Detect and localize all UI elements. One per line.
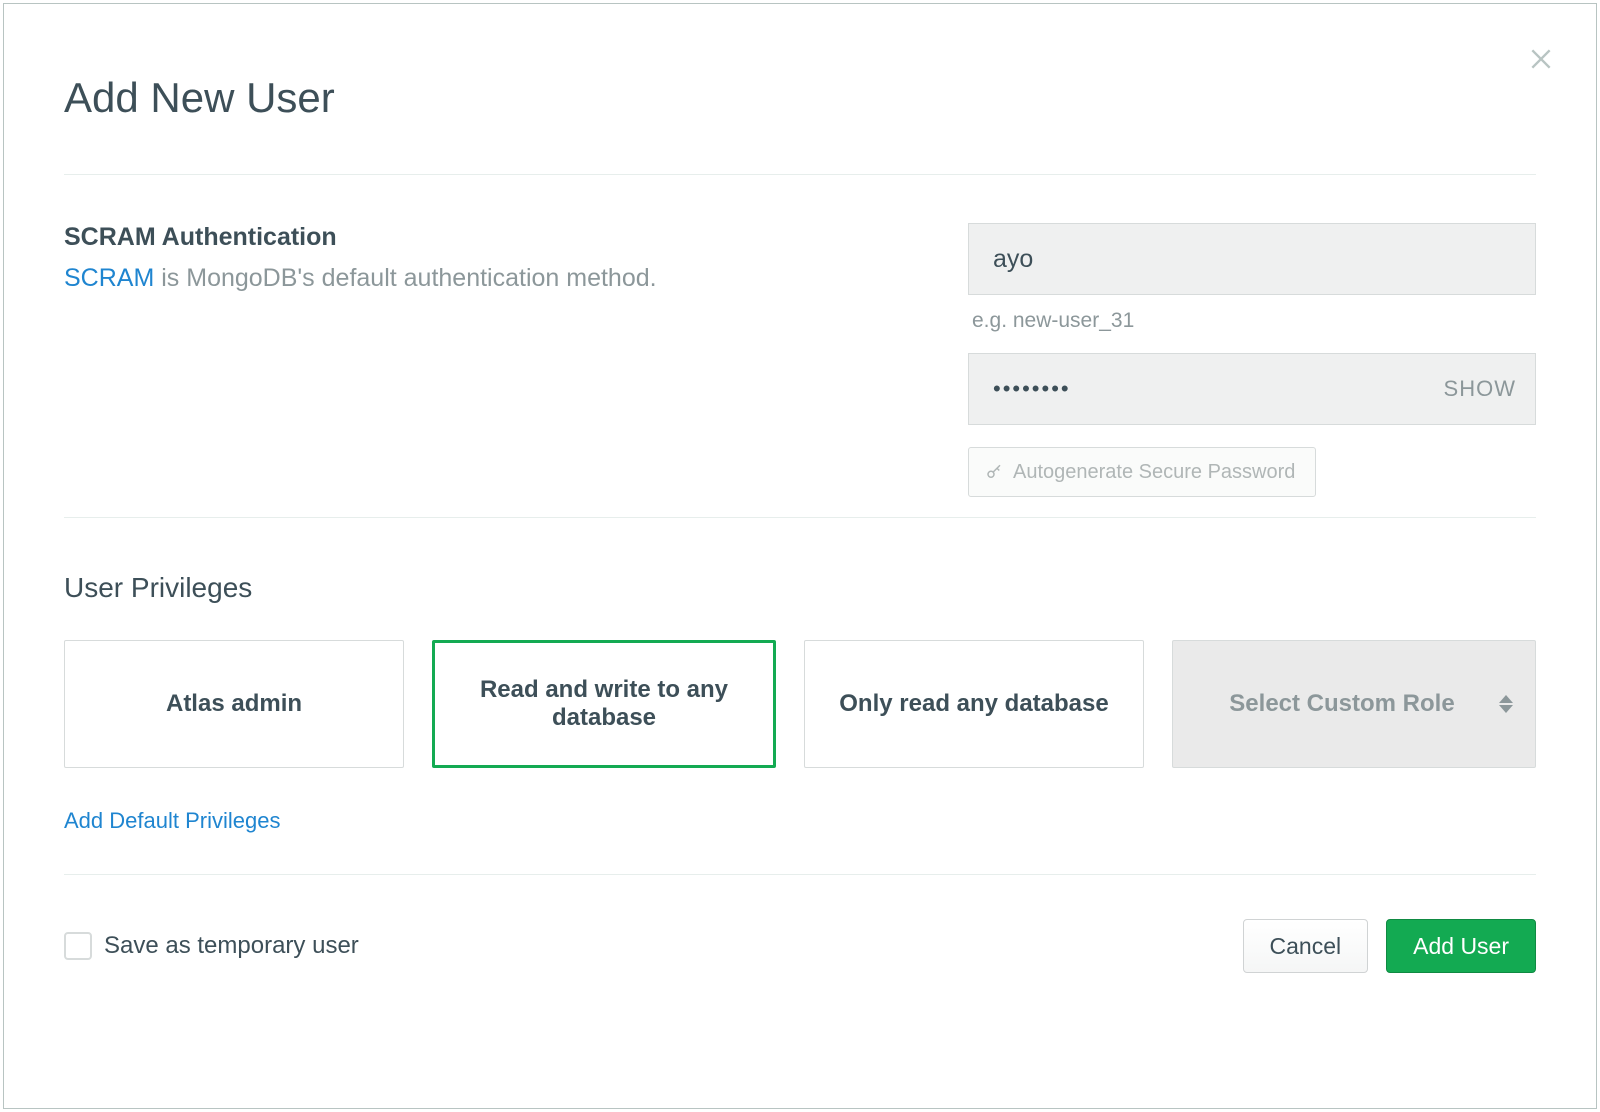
privilege-atlas-admin[interactable]: Atlas admin: [64, 640, 404, 768]
privilege-options: Atlas admin Read and write to any databa…: [64, 640, 1536, 768]
temporary-user-label: Save as temporary user: [104, 932, 359, 960]
auth-section: SCRAM Authentication SCRAM is MongoDB's …: [64, 175, 1536, 517]
close-icon: [1528, 46, 1554, 72]
username-input[interactable]: [968, 223, 1536, 295]
scram-link[interactable]: SCRAM: [64, 264, 154, 292]
autogen-label: Autogenerate Secure Password: [1013, 461, 1295, 484]
privileges-section: User Privileges Atlas admin Read and wri…: [64, 518, 1536, 874]
key-icon: [985, 463, 1003, 481]
autogenerate-password-button[interactable]: Autogenerate Secure Password: [968, 447, 1316, 497]
privilege-read-only[interactable]: Only read any database: [804, 640, 1144, 768]
sort-icon: [1499, 695, 1513, 713]
add-user-button[interactable]: Add User: [1386, 919, 1536, 973]
privilege-read-write[interactable]: Read and write to any database: [432, 640, 776, 768]
temporary-user-checkbox[interactable]: [64, 932, 92, 960]
custom-role-label: Select Custom Role: [1229, 690, 1454, 718]
auth-description: SCRAM is MongoDB's default authenticatio…: [64, 264, 928, 293]
modal-title: Add New User: [64, 74, 1536, 122]
username-hint: e.g. new-user_31: [972, 309, 1536, 333]
show-password-button[interactable]: SHOW: [1444, 353, 1516, 425]
close-button[interactable]: [1526, 44, 1556, 74]
add-user-modal: Add New User SCRAM Authentication SCRAM …: [3, 3, 1597, 1109]
cancel-button[interactable]: Cancel: [1243, 919, 1369, 973]
modal-footer: Save as temporary user Cancel Add User: [64, 875, 1536, 973]
privilege-custom-role[interactable]: Select Custom Role: [1172, 640, 1536, 768]
privileges-heading: User Privileges: [64, 572, 1536, 604]
auth-desc-text: is MongoDB's default authentication meth…: [154, 264, 656, 292]
auth-heading: SCRAM Authentication: [64, 223, 928, 252]
add-default-privileges-link[interactable]: Add Default Privileges: [64, 808, 280, 834]
